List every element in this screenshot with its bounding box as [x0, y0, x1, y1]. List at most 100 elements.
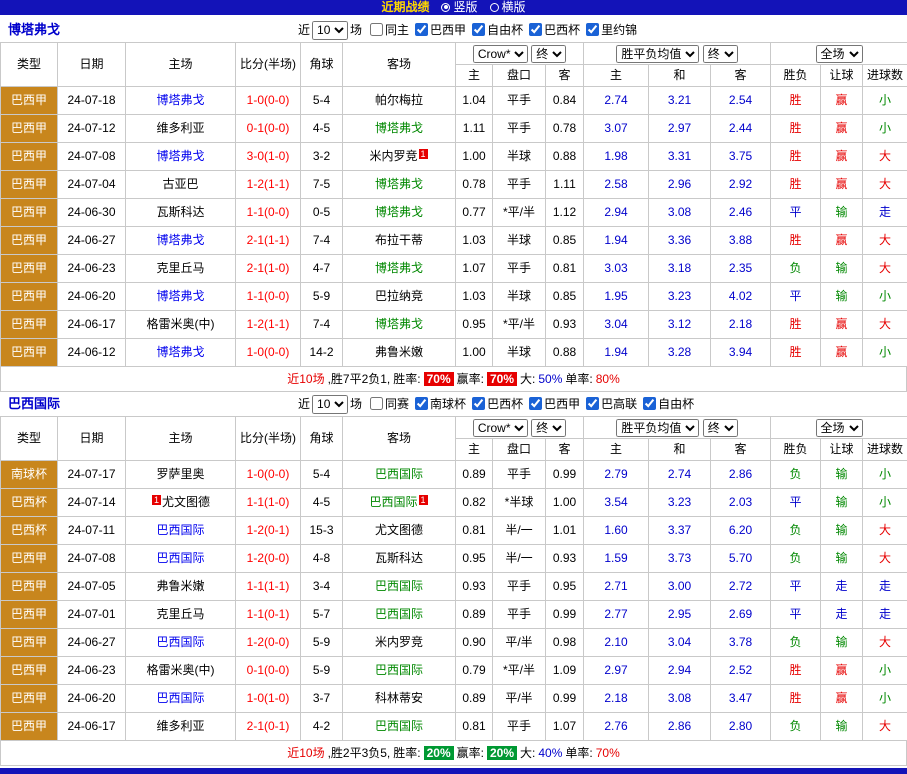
score-link[interactable]: 1-1(1-0) — [236, 489, 301, 517]
checkbox-input[interactable] — [529, 397, 542, 410]
team-name-link[interactable]: 巴西国际 — [375, 663, 423, 677]
score-link[interactable]: 1-2(0-0) — [236, 545, 301, 573]
team-name-link[interactable]: 帕尔梅拉 — [375, 93, 423, 107]
checkbox-input[interactable] — [529, 23, 542, 36]
score-link[interactable]: 2-1(0-1) — [236, 713, 301, 741]
score-link[interactable]: 1-0(0-0) — [236, 87, 301, 115]
col-avg-draw: 和 — [649, 65, 711, 87]
avg-final-select[interactable]: 终 — [703, 45, 738, 63]
checkbox-input[interactable] — [472, 397, 485, 410]
team-name-link[interactable]: 巴西国际 — [375, 579, 423, 593]
match-date-cell: 24-06-12 — [58, 339, 126, 367]
filter-same-checkbox[interactable]: 同赛 — [364, 397, 409, 411]
checkbox-input[interactable] — [415, 23, 428, 36]
team-name-link[interactable]: 瓦斯科达 — [156, 205, 204, 219]
filter-league-checkbox[interactable]: 南球杯 — [409, 397, 466, 411]
odds-final-select[interactable]: 终 — [531, 419, 566, 437]
score-link[interactable]: 1-0(0-0) — [236, 339, 301, 367]
score-link[interactable]: 1-0(0-0) — [236, 461, 301, 489]
score-link[interactable]: 2-1(1-0) — [236, 255, 301, 283]
team-name-link[interactable]: 巴西国际 — [156, 551, 204, 565]
team-name-link[interactable]: 博塔弗戈 — [156, 345, 204, 359]
team-name-link[interactable]: 巴西国际 — [369, 495, 417, 509]
team-name-link[interactable]: 米内罗竞 — [369, 149, 417, 163]
radio-vertical[interactable]: 竖版 — [441, 0, 477, 14]
team-name-link[interactable]: 尤文图德 — [375, 523, 423, 537]
odds-company-select[interactable]: Crow* — [473, 45, 528, 63]
filter-league-checkbox[interactable]: 巴西杯 — [466, 397, 523, 411]
filter-league-checkbox[interactable]: 自由杯 — [466, 23, 523, 37]
filter-same-checkbox[interactable]: 同主 — [364, 23, 409, 37]
score-link[interactable]: 0-1(0-0) — [236, 115, 301, 143]
avg-final-select[interactable]: 终 — [703, 419, 738, 437]
team-name-link[interactable]: 博塔弗戈 — [156, 233, 204, 247]
score-link[interactable]: 1-1(0-0) — [236, 283, 301, 311]
score-link[interactable]: 1-1(0-0) — [236, 199, 301, 227]
checkbox-input[interactable] — [370, 397, 383, 410]
filter-league-checkbox[interactable]: 巴西甲 — [409, 23, 466, 37]
team-name-link[interactable]: 巴西国际 — [156, 635, 204, 649]
odds-away-cell: 0.85 — [546, 227, 584, 255]
team-name-link[interactable]: 弗鲁米嫩 — [156, 579, 204, 593]
score-link[interactable]: 1-2(1-1) — [236, 311, 301, 339]
checkbox-input[interactable] — [370, 23, 383, 36]
team-name-link[interactable]: 布拉干蒂 — [375, 233, 423, 247]
team-name-link[interactable]: 格雷米奥(中) — [147, 317, 215, 331]
team-name-link[interactable]: 博塔弗戈 — [375, 177, 423, 191]
scope-select[interactable]: 全场 — [816, 419, 863, 437]
checkbox-input[interactable] — [643, 397, 656, 410]
filter-league-checkbox[interactable]: 里约锦 — [580, 23, 637, 37]
team-name-link[interactable]: 博塔弗戈 — [375, 317, 423, 331]
score-link[interactable]: 3-0(1-0) — [236, 143, 301, 171]
filter-league-checkbox[interactable]: 巴西杯 — [523, 23, 580, 37]
avg-type-select[interactable]: 胜平负均值 — [616, 45, 699, 63]
team-name-link[interactable]: 博塔弗戈 — [375, 261, 423, 275]
recent-count-select[interactable]: 10 — [312, 395, 348, 414]
score-link[interactable]: 1-2(0-1) — [236, 517, 301, 545]
recent-count-select[interactable]: 10 — [312, 21, 348, 40]
team-name-link[interactable]: 博塔弗戈 — [375, 205, 423, 219]
team-name-link[interactable]: 克里丘马 — [156, 607, 204, 621]
score-link[interactable]: 1-2(0-0) — [236, 629, 301, 657]
team-name-link[interactable]: 巴西国际 — [375, 719, 423, 733]
avg-type-select[interactable]: 胜平负均值 — [616, 419, 699, 437]
team-name-link[interactable]: 弗鲁米嫩 — [375, 345, 423, 359]
scope-select[interactable]: 全场 — [816, 45, 863, 63]
team-name-link[interactable]: 博塔弗戈 — [156, 289, 204, 303]
team-name-link[interactable]: 巴西国际 — [156, 523, 204, 537]
team-name-link[interactable]: 巴西国际 — [375, 607, 423, 621]
team-name-link[interactable]: 克里丘马 — [156, 261, 204, 275]
team-name-link[interactable]: 维多利亚 — [156, 121, 204, 135]
score-link[interactable]: 0-1(0-0) — [236, 657, 301, 685]
team-name-link[interactable]: 博塔弗戈 — [375, 121, 423, 135]
score-link[interactable]: 1-1(1-1) — [236, 573, 301, 601]
team-name-link[interactable]: 罗萨里奥 — [156, 467, 204, 481]
team-name-link[interactable]: 维多利亚 — [156, 719, 204, 733]
team-name-link[interactable]: 巴西国际 — [375, 467, 423, 481]
score-link[interactable]: 1-0(1-0) — [236, 685, 301, 713]
team-name-link[interactable]: 古亚巴 — [162, 177, 198, 191]
odds-company-select[interactable]: Crow* — [473, 419, 528, 437]
team-name-link[interactable]: 巴拉纳竞 — [375, 289, 423, 303]
checkbox-input[interactable] — [415, 397, 428, 410]
team-name-link[interactable]: 科林蒂安 — [375, 691, 423, 705]
radio-horizontal[interactable]: 横版 — [490, 0, 526, 14]
team-name-link[interactable]: 博塔弗戈 — [156, 149, 204, 163]
filter-league-checkbox[interactable]: 巴高联 — [580, 397, 637, 411]
checkbox-input[interactable] — [586, 397, 599, 410]
checkbox-input[interactable] — [586, 23, 599, 36]
filter-league-checkbox[interactable]: 巴西甲 — [523, 397, 580, 411]
team-name-link[interactable]: 米内罗竞 — [375, 635, 423, 649]
score-link[interactable]: 2-1(1-1) — [236, 227, 301, 255]
team-name-link[interactable]: 尤文图德 — [162, 495, 210, 509]
team-name-link[interactable]: 格雷米奥(中) — [147, 663, 215, 677]
odds-final-select[interactable]: 终 — [531, 45, 566, 63]
team-name-link[interactable]: 瓦斯科达 — [375, 551, 423, 565]
filter-league-checkbox[interactable]: 自由杯 — [637, 397, 694, 411]
score-link[interactable]: 1-2(1-1) — [236, 171, 301, 199]
team-name-link[interactable]: 巴西国际 — [156, 691, 204, 705]
odds-handicap-cell: 半/一 — [493, 545, 546, 573]
team-name-link[interactable]: 博塔弗戈 — [156, 93, 204, 107]
checkbox-input[interactable] — [472, 23, 485, 36]
score-link[interactable]: 1-1(0-1) — [236, 601, 301, 629]
